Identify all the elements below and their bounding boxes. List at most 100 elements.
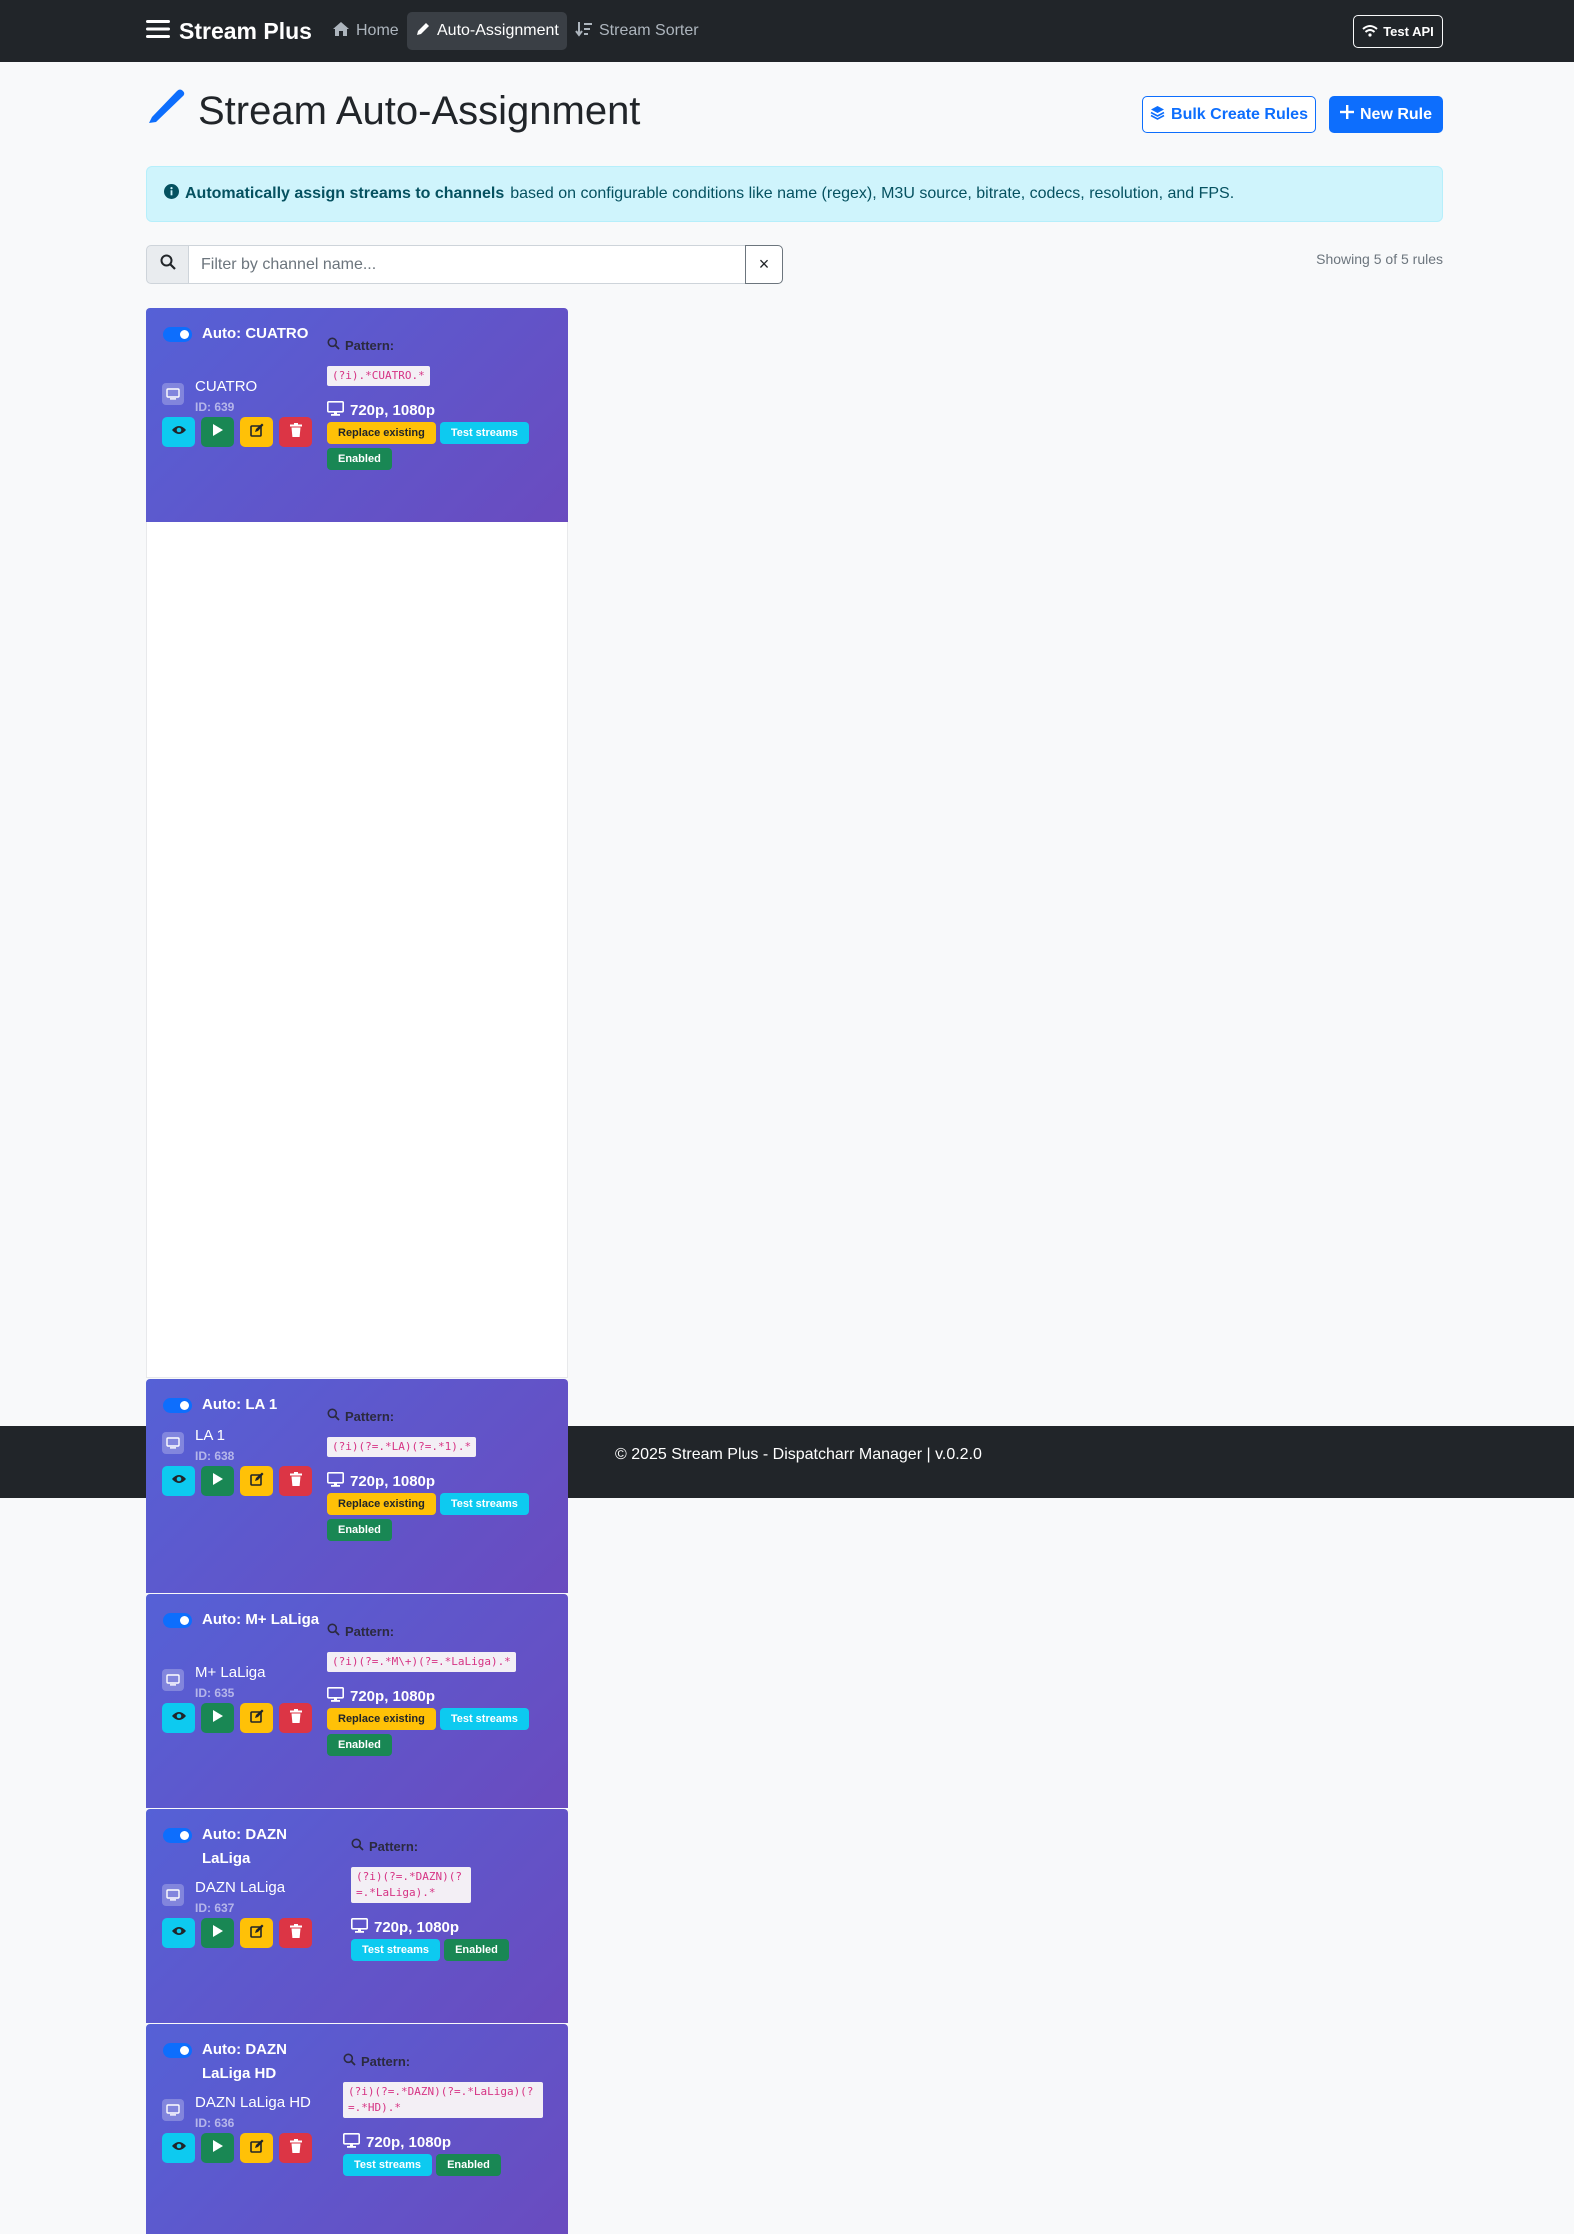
new-rule-button[interactable]: New Rule	[1329, 96, 1443, 133]
play-icon	[212, 1472, 223, 1490]
test-streams-badge: Test streams	[351, 1939, 441, 1961]
enabled-badge: Enabled	[327, 1519, 392, 1541]
regex-pattern: (?i)(?=.*M\+)(?=.*LaLiga).*	[327, 1652, 516, 1672]
delete-button[interactable]	[279, 1918, 312, 1948]
run-button[interactable]	[201, 1466, 234, 1496]
nav-home[interactable]: Home	[324, 12, 407, 50]
rule-title: Auto: LA 1	[202, 1396, 278, 1413]
sort-icon	[575, 21, 593, 42]
run-button[interactable]	[201, 1703, 234, 1733]
tv-icon	[162, 1669, 184, 1691]
pattern-label: Pattern:	[343, 2053, 553, 2069]
menu-icon	[146, 18, 170, 45]
test-streams-badge: Test streams	[439, 1708, 529, 1730]
alert-text: based on configurable conditions like na…	[510, 185, 1235, 202]
view-button[interactable]	[162, 1918, 195, 1948]
pattern-label: Pattern:	[327, 1623, 537, 1639]
nav-stream-sorter[interactable]: Stream Sorter	[567, 12, 707, 50]
play-icon	[212, 1709, 223, 1727]
delete-button[interactable]	[279, 1703, 312, 1733]
brand[interactable]: Stream Plus	[146, 18, 312, 45]
rule-card-2: Auto: LA 1 LA 1 ID: 638 Pattern: (?i)(?=…	[146, 1379, 568, 1593]
tv-icon	[162, 1432, 184, 1454]
rule-enabled-toggle[interactable]	[163, 1828, 192, 1843]
view-button[interactable]	[162, 1703, 195, 1733]
magnifier-icon	[343, 2053, 356, 2069]
delete-button[interactable]	[279, 1466, 312, 1496]
delete-button[interactable]	[279, 2133, 312, 2163]
rule-enabled-toggle[interactable]	[163, 1613, 192, 1628]
enabled-badge: Enabled	[436, 2154, 501, 2176]
monitor-icon	[351, 1918, 368, 1937]
edit-button[interactable]	[240, 2133, 273, 2163]
rule-enabled-toggle[interactable]	[163, 1398, 192, 1413]
enabled-badge: Enabled	[444, 1939, 509, 1961]
info-icon	[164, 184, 179, 204]
rule-details: Pattern: (?i)(?=.*DAZN)(?=.*LaLiga).* 72…	[351, 1838, 561, 1961]
trash-icon	[289, 1708, 302, 1728]
regex-pattern: (?i)(?=.*DAZN)(?=.*LaLiga)(?=.*HD).*	[343, 2082, 543, 2118]
channel-id: ID: 637	[195, 1901, 235, 1915]
replace-existing-badge: Replace existing	[327, 422, 436, 444]
search-addon	[146, 245, 189, 284]
edit-icon	[249, 423, 264, 442]
brand-label: Stream Plus	[179, 18, 312, 44]
eye-icon	[171, 1472, 187, 1490]
resolution-text: 720p, 1080p	[374, 1919, 460, 1936]
play-icon	[212, 423, 223, 441]
view-button[interactable]	[162, 1466, 195, 1496]
edit-button[interactable]	[240, 1918, 273, 1948]
enabled-badge: Enabled	[327, 448, 392, 470]
trash-icon	[289, 422, 302, 442]
rule-details: Pattern: (?i)(?=.*M\+)(?=.*LaLiga).* 720…	[327, 1623, 537, 1756]
run-button[interactable]	[201, 2133, 234, 2163]
test-api-button[interactable]: Test API	[1353, 15, 1443, 48]
trash-icon	[289, 1923, 302, 1943]
eye-icon	[171, 1924, 187, 1942]
delete-button[interactable]	[279, 417, 312, 447]
eye-icon	[171, 1709, 187, 1727]
channel-name: DAZN LaLiga HD	[195, 2094, 311, 2111]
replace-existing-badge: Replace existing	[327, 1708, 436, 1730]
clear-filter-button[interactable]: ×	[745, 245, 783, 284]
rule-card-5: Auto: DAZN LaLiga HD DAZN LaLiga HD ID: …	[146, 2024, 568, 2234]
channel-name: M+ LaLiga	[195, 1664, 266, 1681]
test-streams-badge: Test streams	[343, 2154, 433, 2176]
pattern-label-text: Pattern:	[345, 337, 395, 353]
edit-button[interactable]	[240, 1466, 273, 1496]
regex-pattern: (?i)(?=.*DAZN)(?=.*LaLiga).*	[351, 1867, 471, 1903]
enabled-badge: Enabled	[327, 1734, 392, 1756]
run-button[interactable]	[201, 417, 234, 447]
channel-id: ID: 638	[195, 1449, 235, 1463]
edit-button[interactable]	[240, 1703, 273, 1733]
alert-bold-text: Automatically assign streams to channels	[185, 185, 505, 202]
view-button[interactable]	[162, 417, 195, 447]
tv-icon	[162, 383, 184, 405]
rule-badges: Replace existing Test streams Enabled	[327, 422, 537, 470]
magnifier-icon	[327, 1408, 340, 1424]
rule-details: Pattern: (?i).*CUATRO.* 720p, 1080p Repl…	[327, 337, 537, 470]
rule-title: Auto: DAZN LaLiga HD	[202, 2041, 287, 2082]
rule-enabled-toggle[interactable]	[163, 327, 192, 342]
resolution: 720p, 1080p	[327, 401, 537, 420]
rule-enabled-toggle[interactable]	[163, 2043, 192, 2058]
edit-icon	[249, 1709, 264, 1728]
channel-filter-input[interactable]	[189, 245, 745, 284]
rule-badges: Test streams Enabled	[343, 2154, 553, 2176]
channel-id: ID: 635	[195, 1686, 235, 1700]
card-column-background	[146, 522, 568, 1378]
channel-id: ID: 639	[195, 400, 235, 414]
rule-badges: Test streams Enabled	[351, 1939, 561, 1961]
eye-icon	[171, 423, 187, 441]
magic-wand-icon	[146, 86, 186, 136]
channel-name: LA 1	[195, 1427, 226, 1444]
test-api-label: Test API	[1383, 24, 1434, 39]
rule-details: Pattern: (?i)(?=.*DAZN)(?=.*LaLiga)(?=.*…	[343, 2053, 553, 2176]
bulk-create-rules-button[interactable]: Bulk Create Rules	[1142, 96, 1316, 133]
edit-button[interactable]	[240, 417, 273, 447]
magnifier-icon	[351, 1838, 364, 1854]
rule-actions	[162, 1918, 312, 1948]
nav-auto-assignment[interactable]: Auto-Assignment	[407, 12, 567, 50]
run-button[interactable]	[201, 1918, 234, 1948]
view-button[interactable]	[162, 2133, 195, 2163]
